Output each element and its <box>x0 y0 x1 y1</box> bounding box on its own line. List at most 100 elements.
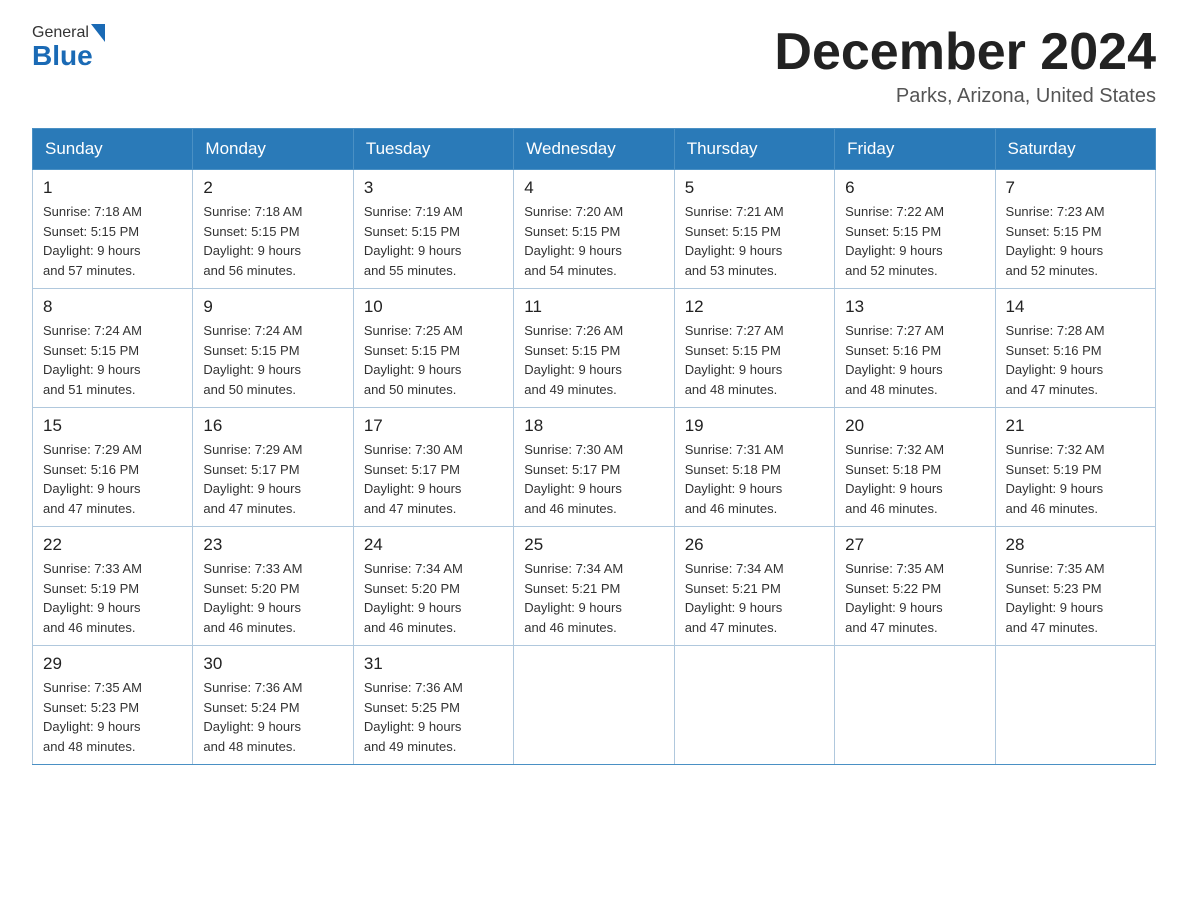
calendar-cell: 5 Sunrise: 7:21 AM Sunset: 5:15 PM Dayli… <box>674 170 834 289</box>
calendar-cell: 10 Sunrise: 7:25 AM Sunset: 5:15 PM Dayl… <box>353 289 513 408</box>
calendar-cell: 15 Sunrise: 7:29 AM Sunset: 5:16 PM Dayl… <box>33 408 193 527</box>
title-section: December 2024 Parks, Arizona, United Sta… <box>774 24 1156 108</box>
day-info: Sunrise: 7:35 AM Sunset: 5:22 PM Dayligh… <box>845 559 984 637</box>
day-info: Sunrise: 7:32 AM Sunset: 5:19 PM Dayligh… <box>1006 440 1145 518</box>
day-number: 22 <box>43 535 182 555</box>
day-info: Sunrise: 7:19 AM Sunset: 5:15 PM Dayligh… <box>364 202 503 280</box>
day-info: Sunrise: 7:20 AM Sunset: 5:15 PM Dayligh… <box>524 202 663 280</box>
calendar-header-tuesday: Tuesday <box>353 129 513 170</box>
day-number: 3 <box>364 178 503 198</box>
month-title: December 2024 <box>774 24 1156 81</box>
day-info: Sunrise: 7:28 AM Sunset: 5:16 PM Dayligh… <box>1006 321 1145 399</box>
calendar-header-friday: Friday <box>835 129 995 170</box>
day-info: Sunrise: 7:18 AM Sunset: 5:15 PM Dayligh… <box>203 202 342 280</box>
day-info: Sunrise: 7:33 AM Sunset: 5:20 PM Dayligh… <box>203 559 342 637</box>
day-info: Sunrise: 7:21 AM Sunset: 5:15 PM Dayligh… <box>685 202 824 280</box>
day-number: 16 <box>203 416 342 436</box>
day-number: 31 <box>364 654 503 674</box>
day-number: 9 <box>203 297 342 317</box>
calendar-cell: 28 Sunrise: 7:35 AM Sunset: 5:23 PM Dayl… <box>995 527 1155 646</box>
day-number: 5 <box>685 178 824 198</box>
calendar-week-row: 22 Sunrise: 7:33 AM Sunset: 5:19 PM Dayl… <box>33 527 1156 646</box>
day-info: Sunrise: 7:22 AM Sunset: 5:15 PM Dayligh… <box>845 202 984 280</box>
day-number: 12 <box>685 297 824 317</box>
day-info: Sunrise: 7:29 AM Sunset: 5:16 PM Dayligh… <box>43 440 182 518</box>
page-header: General Blue December 2024 Parks, Arizon… <box>32 24 1156 108</box>
calendar-week-row: 8 Sunrise: 7:24 AM Sunset: 5:15 PM Dayli… <box>33 289 1156 408</box>
day-number: 26 <box>685 535 824 555</box>
logo-arrow-icon <box>91 24 105 42</box>
day-number: 1 <box>43 178 182 198</box>
calendar-cell: 31 Sunrise: 7:36 AM Sunset: 5:25 PM Dayl… <box>353 646 513 765</box>
calendar-cell: 21 Sunrise: 7:32 AM Sunset: 5:19 PM Dayl… <box>995 408 1155 527</box>
calendar-cell: 9 Sunrise: 7:24 AM Sunset: 5:15 PM Dayli… <box>193 289 353 408</box>
day-info: Sunrise: 7:30 AM Sunset: 5:17 PM Dayligh… <box>524 440 663 518</box>
day-number: 6 <box>845 178 984 198</box>
day-info: Sunrise: 7:33 AM Sunset: 5:19 PM Dayligh… <box>43 559 182 637</box>
day-number: 11 <box>524 297 663 317</box>
calendar-cell: 25 Sunrise: 7:34 AM Sunset: 5:21 PM Dayl… <box>514 527 674 646</box>
calendar-header-saturday: Saturday <box>995 129 1155 170</box>
day-number: 18 <box>524 416 663 436</box>
calendar-cell: 14 Sunrise: 7:28 AM Sunset: 5:16 PM Dayl… <box>995 289 1155 408</box>
calendar-cell: 23 Sunrise: 7:33 AM Sunset: 5:20 PM Dayl… <box>193 527 353 646</box>
calendar-cell: 30 Sunrise: 7:36 AM Sunset: 5:24 PM Dayl… <box>193 646 353 765</box>
calendar-cell: 2 Sunrise: 7:18 AM Sunset: 5:15 PM Dayli… <box>193 170 353 289</box>
day-number: 15 <box>43 416 182 436</box>
day-number: 10 <box>364 297 503 317</box>
day-number: 13 <box>845 297 984 317</box>
calendar-cell: 13 Sunrise: 7:27 AM Sunset: 5:16 PM Dayl… <box>835 289 995 408</box>
day-number: 7 <box>1006 178 1145 198</box>
day-number: 27 <box>845 535 984 555</box>
day-info: Sunrise: 7:36 AM Sunset: 5:24 PM Dayligh… <box>203 678 342 756</box>
calendar-cell: 26 Sunrise: 7:34 AM Sunset: 5:21 PM Dayl… <box>674 527 834 646</box>
calendar-cell: 19 Sunrise: 7:31 AM Sunset: 5:18 PM Dayl… <box>674 408 834 527</box>
calendar-cell <box>514 646 674 765</box>
day-info: Sunrise: 7:30 AM Sunset: 5:17 PM Dayligh… <box>364 440 503 518</box>
day-number: 17 <box>364 416 503 436</box>
calendar-cell: 17 Sunrise: 7:30 AM Sunset: 5:17 PM Dayl… <box>353 408 513 527</box>
calendar-cell: 4 Sunrise: 7:20 AM Sunset: 5:15 PM Dayli… <box>514 170 674 289</box>
calendar-cell: 16 Sunrise: 7:29 AM Sunset: 5:17 PM Dayl… <box>193 408 353 527</box>
calendar-cell <box>674 646 834 765</box>
day-info: Sunrise: 7:34 AM Sunset: 5:21 PM Dayligh… <box>685 559 824 637</box>
calendar-cell: 20 Sunrise: 7:32 AM Sunset: 5:18 PM Dayl… <box>835 408 995 527</box>
day-number: 24 <box>364 535 503 555</box>
day-number: 4 <box>524 178 663 198</box>
day-info: Sunrise: 7:31 AM Sunset: 5:18 PM Dayligh… <box>685 440 824 518</box>
logo: General Blue <box>32 24 107 70</box>
day-info: Sunrise: 7:34 AM Sunset: 5:21 PM Dayligh… <box>524 559 663 637</box>
calendar-cell: 8 Sunrise: 7:24 AM Sunset: 5:15 PM Dayli… <box>33 289 193 408</box>
calendar-cell: 18 Sunrise: 7:30 AM Sunset: 5:17 PM Dayl… <box>514 408 674 527</box>
calendar-cell: 1 Sunrise: 7:18 AM Sunset: 5:15 PM Dayli… <box>33 170 193 289</box>
day-info: Sunrise: 7:27 AM Sunset: 5:16 PM Dayligh… <box>845 321 984 399</box>
day-number: 29 <box>43 654 182 674</box>
calendar-cell <box>995 646 1155 765</box>
location-subtitle: Parks, Arizona, United States <box>774 85 1156 108</box>
day-info: Sunrise: 7:32 AM Sunset: 5:18 PM Dayligh… <box>845 440 984 518</box>
day-number: 28 <box>1006 535 1145 555</box>
calendar-header-monday: Monday <box>193 129 353 170</box>
day-number: 20 <box>845 416 984 436</box>
calendar-cell <box>835 646 995 765</box>
day-info: Sunrise: 7:34 AM Sunset: 5:20 PM Dayligh… <box>364 559 503 637</box>
day-number: 14 <box>1006 297 1145 317</box>
day-number: 23 <box>203 535 342 555</box>
calendar-cell: 3 Sunrise: 7:19 AM Sunset: 5:15 PM Dayli… <box>353 170 513 289</box>
calendar-cell: 6 Sunrise: 7:22 AM Sunset: 5:15 PM Dayli… <box>835 170 995 289</box>
day-number: 30 <box>203 654 342 674</box>
calendar-table: SundayMondayTuesdayWednesdayThursdayFrid… <box>32 128 1156 765</box>
calendar-cell: 11 Sunrise: 7:26 AM Sunset: 5:15 PM Dayl… <box>514 289 674 408</box>
calendar-header-sunday: Sunday <box>33 129 193 170</box>
day-info: Sunrise: 7:24 AM Sunset: 5:15 PM Dayligh… <box>43 321 182 399</box>
logo-blue-text: Blue <box>32 40 93 71</box>
calendar-header-row: SundayMondayTuesdayWednesdayThursdayFrid… <box>33 129 1156 170</box>
calendar-cell: 24 Sunrise: 7:34 AM Sunset: 5:20 PM Dayl… <box>353 527 513 646</box>
day-info: Sunrise: 7:36 AM Sunset: 5:25 PM Dayligh… <box>364 678 503 756</box>
calendar-week-row: 15 Sunrise: 7:29 AM Sunset: 5:16 PM Dayl… <box>33 408 1156 527</box>
day-number: 19 <box>685 416 824 436</box>
calendar-week-row: 29 Sunrise: 7:35 AM Sunset: 5:23 PM Dayl… <box>33 646 1156 765</box>
day-number: 21 <box>1006 416 1145 436</box>
calendar-cell: 29 Sunrise: 7:35 AM Sunset: 5:23 PM Dayl… <box>33 646 193 765</box>
calendar-week-row: 1 Sunrise: 7:18 AM Sunset: 5:15 PM Dayli… <box>33 170 1156 289</box>
